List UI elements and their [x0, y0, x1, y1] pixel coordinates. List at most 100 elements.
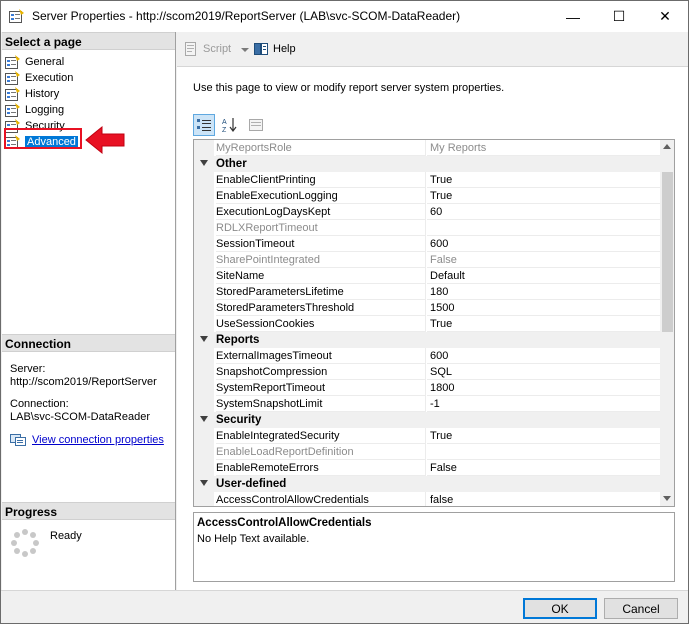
categorized-button[interactable]: [193, 114, 215, 136]
property-row[interactable]: MyReportsRole My Reports: [194, 140, 660, 156]
property-name[interactable]: SiteName: [216, 268, 426, 284]
property-name[interactable]: StoredParametersThreshold: [216, 300, 426, 316]
property-name[interactable]: SystemReportTimeout: [216, 380, 426, 396]
row-gutter: [194, 316, 214, 332]
property-value[interactable]: 1500: [427, 300, 660, 316]
property-value[interactable]: True: [427, 188, 660, 204]
page-item-execution[interactable]: Execution: [5, 70, 73, 86]
property-name[interactable]: ExternalImagesTimeout: [216, 348, 426, 364]
property-name[interactable]: ExecutionLogDaysKept: [216, 204, 426, 220]
property-name[interactable]: EnableRemoteErrors: [216, 460, 426, 476]
property-name[interactable]: AccessControlAllowCredentials: [216, 492, 426, 506]
ok-button[interactable]: OK: [523, 598, 597, 619]
page-item-label: Execution: [25, 72, 74, 84]
script-button[interactable]: Script: [183, 41, 231, 57]
property-row[interactable]: SystemReportTimeout 1800: [194, 380, 660, 396]
property-row[interactable]: ExecutionLogDaysKept 60: [194, 204, 660, 220]
property-grid[interactable]: MyReportsRole My Reports Other EnableClient…: [193, 139, 675, 507]
category-row[interactable]: Other: [194, 156, 660, 172]
row-gutter: [194, 428, 214, 444]
property-pages-button[interactable]: [245, 114, 267, 136]
property-name[interactable]: SystemSnapshotLimit: [216, 396, 426, 412]
property-value[interactable]: My Reports: [427, 140, 660, 156]
property-row[interactable]: EnableIntegratedSecurity True: [194, 428, 660, 444]
property-row[interactable]: SessionTimeout 600: [194, 236, 660, 252]
property-value[interactable]: False: [427, 252, 660, 268]
property-name[interactable]: SharePointIntegrated: [216, 252, 426, 268]
property-name[interactable]: StoredParametersLifetime: [216, 284, 426, 300]
property-value[interactable]: Default: [427, 268, 660, 284]
property-row[interactable]: SiteName Default: [194, 268, 660, 284]
property-value[interactable]: [427, 220, 660, 236]
highlight-frame: [4, 128, 82, 149]
scroll-up-icon[interactable]: [663, 144, 671, 149]
property-row[interactable]: EnableRemoteErrors False: [194, 460, 660, 476]
property-name[interactable]: UseSessionCookies: [216, 316, 426, 332]
view-connection-properties-label[interactable]: View connection properties: [32, 434, 164, 446]
page-item-logging[interactable]: Logging: [5, 102, 64, 118]
property-row[interactable]: StoredParametersThreshold 1500: [194, 300, 660, 316]
property-name[interactable]: EnableLoadReportDefinition: [216, 444, 426, 460]
property-name[interactable]: EnableClientPrinting: [216, 172, 426, 188]
scroll-thumb[interactable]: [662, 172, 673, 332]
collapse-arrow-icon[interactable]: [200, 336, 208, 342]
row-gutter: [194, 348, 214, 364]
property-value[interactable]: 600: [427, 348, 660, 364]
category-row[interactable]: Security: [194, 412, 660, 428]
collapse-arrow-icon[interactable]: [200, 160, 208, 166]
category-row[interactable]: Reports: [194, 332, 660, 348]
property-value[interactable]: SQL: [427, 364, 660, 380]
property-row[interactable]: EnableExecutionLogging True: [194, 188, 660, 204]
dialog-footer: OK Cancel: [1, 590, 688, 623]
page-properties-icon: [5, 87, 20, 101]
view-connection-properties-link[interactable]: View connection properties: [10, 433, 164, 447]
property-name[interactable]: MyReportsRole: [216, 140, 426, 156]
minimize-button[interactable]: —: [550, 1, 596, 32]
property-row[interactable]: EnableClientPrinting True: [194, 172, 660, 188]
property-value[interactable]: 1800: [427, 380, 660, 396]
property-row[interactable]: SystemSnapshotLimit -1: [194, 396, 660, 412]
connection-header: Connection: [2, 334, 175, 352]
property-value[interactable]: False: [427, 460, 660, 476]
maximize-button[interactable]: ☐: [596, 1, 642, 32]
property-grid-scrollbar[interactable]: [660, 140, 674, 506]
property-value[interactable]: True: [427, 316, 660, 332]
cancel-button[interactable]: Cancel: [604, 598, 678, 619]
property-row[interactable]: SharePointIntegrated False: [194, 252, 660, 268]
property-value[interactable]: [427, 444, 660, 460]
property-row[interactable]: EnableLoadReportDefinition: [194, 444, 660, 460]
property-row[interactable]: AccessControlAllowCredentials false: [194, 492, 660, 506]
property-value[interactable]: 60: [427, 204, 660, 220]
connection-properties-icon: [10, 434, 26, 446]
row-gutter: [194, 268, 214, 284]
property-row[interactable]: RDLXReportTimeout: [194, 220, 660, 236]
script-dropdown-arrow-icon[interactable]: [241, 48, 249, 52]
property-value[interactable]: -1: [427, 396, 660, 412]
collapse-arrow-icon[interactable]: [200, 416, 208, 422]
page-item-history[interactable]: History: [5, 86, 59, 102]
property-row[interactable]: StoredParametersLifetime 180: [194, 284, 660, 300]
property-value[interactable]: True: [427, 172, 660, 188]
title-bar[interactable]: Server Properties - http://scom2019/Repo…: [1, 1, 688, 32]
property-name[interactable]: SnapshotCompression: [216, 364, 426, 380]
property-value[interactable]: True: [427, 428, 660, 444]
page-item-general[interactable]: General: [5, 54, 64, 70]
close-button[interactable]: ✕: [642, 1, 688, 32]
property-value[interactable]: 600: [427, 236, 660, 252]
property-value[interactable]: 180: [427, 284, 660, 300]
category-row[interactable]: User-defined: [194, 476, 660, 492]
alphabetical-button[interactable]: A Z: [219, 114, 241, 136]
property-row[interactable]: UseSessionCookies True: [194, 316, 660, 332]
property-row[interactable]: ExternalImagesTimeout 600: [194, 348, 660, 364]
collapse-arrow-icon[interactable]: [200, 480, 208, 486]
property-name[interactable]: EnableExecutionLogging: [216, 188, 426, 204]
property-name[interactable]: SessionTimeout: [216, 236, 426, 252]
property-row[interactable]: SnapshotCompression SQL: [194, 364, 660, 380]
property-value[interactable]: false: [427, 492, 660, 506]
property-name[interactable]: EnableIntegratedSecurity: [216, 428, 426, 444]
scroll-down-icon[interactable]: [663, 496, 671, 501]
page-properties-icon: [5, 55, 20, 69]
help-button[interactable]: Help: [253, 41, 296, 57]
script-icon: [185, 42, 196, 56]
property-name[interactable]: RDLXReportTimeout: [216, 220, 426, 236]
